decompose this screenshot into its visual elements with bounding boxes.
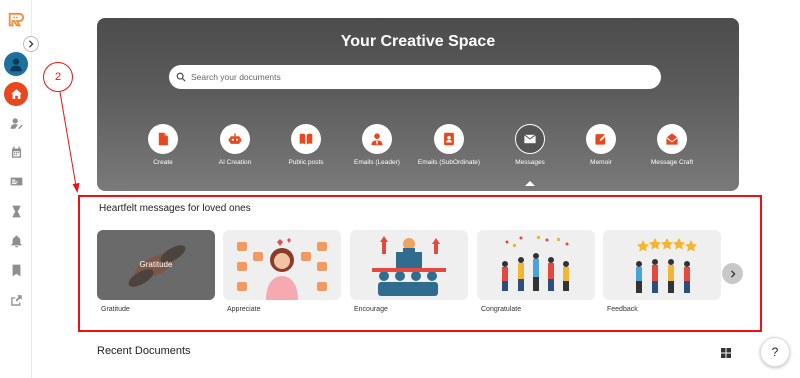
encourage-illustration: [372, 236, 446, 296]
home-icon: [10, 88, 22, 99]
active-indicator: [525, 181, 535, 186]
bookmark-icon: [12, 264, 20, 276]
robot-icon: [228, 133, 242, 144]
sidebar-item-share[interactable]: [5, 289, 27, 311]
card-image: [477, 230, 595, 300]
category-label: AI Creation: [218, 159, 252, 166]
category-messages[interactable]: Messages: [495, 124, 565, 186]
sidebar-item-notifications[interactable]: [5, 230, 27, 252]
card-label: Appreciate: [227, 306, 261, 313]
category-create[interactable]: Create: [128, 124, 198, 166]
category-label: Create: [153, 159, 173, 166]
calendar-icon: [11, 146, 21, 158]
search-input[interactable]: [191, 72, 631, 82]
file-icon: [158, 132, 168, 146]
card-congratulate[interactable]: Congratulate: [477, 230, 595, 313]
category-memoir[interactable]: Memoir: [566, 124, 636, 166]
id-card-icon: [10, 177, 22, 185]
pencil-square-icon: [595, 134, 607, 145]
card-feedback[interactable]: Feedback: [603, 230, 721, 313]
contact-card-icon: [444, 132, 454, 146]
card-label: Encourage: [354, 306, 388, 313]
category-label: Messages: [515, 159, 545, 166]
user-avatar[interactable]: [4, 52, 28, 76]
sidebar-item-home[interactable]: [4, 82, 28, 106]
help-button[interactable]: ?: [760, 337, 790, 367]
search-bar[interactable]: [169, 65, 661, 89]
category-public-posts[interactable]: Public posts: [271, 124, 341, 166]
sidebar: [0, 0, 32, 378]
card-label: Congratulate: [481, 306, 522, 313]
congratulate-illustration: [502, 236, 569, 291]
hourglass-icon: [12, 205, 20, 217]
category-message-craft[interactable]: Message Craft: [637, 124, 707, 166]
hero-banner: Your Creative Space Create AI Creation P…: [97, 18, 739, 191]
card-image: [350, 230, 468, 300]
user-silhouette-icon: [10, 58, 22, 72]
sidebar-item-bookmarks[interactable]: [5, 259, 27, 281]
carousel-next-button[interactable]: [722, 263, 743, 284]
card-label: Gratitude: [101, 306, 130, 313]
sidebar-item-users[interactable]: [5, 112, 27, 134]
annotation-marker: 2: [43, 62, 73, 92]
appreciate-illustration: [237, 238, 327, 300]
category-label: Memoir: [590, 159, 612, 166]
chevron-right-icon: [730, 269, 736, 278]
app-page: 2 Your Creative Space Create AI Creation…: [0, 0, 800, 378]
card-image: [223, 230, 341, 300]
card-label: Feedback: [607, 306, 638, 313]
section-title: Heartfelt messages for loved ones: [99, 203, 251, 214]
card-encourage[interactable]: Encourage: [350, 230, 468, 313]
grid-view-button[interactable]: [720, 346, 732, 358]
category-label: Emails (SubOrdinate): [417, 159, 481, 166]
category-label: Message Craft: [650, 159, 694, 166]
leader-icon: [371, 133, 383, 146]
card-image: [603, 230, 721, 300]
grid-view-icon: [721, 348, 731, 358]
logo-icon: [8, 12, 25, 27]
card-overlay-text: Gratitude: [139, 260, 173, 269]
bell-icon: [10, 235, 22, 247]
chevron-right-icon: [28, 40, 34, 48]
sidebar-item-calendar[interactable]: [5, 141, 27, 163]
envelope-icon: [524, 134, 536, 144]
feedback-illustration: [636, 238, 697, 293]
sidebar-item-id-card[interactable]: [5, 170, 27, 192]
category-emails-subordinate[interactable]: Emails (SubOrdinate): [414, 124, 484, 166]
share-icon: [10, 294, 22, 306]
recent-documents-title: Recent Documents: [97, 345, 191, 357]
book-icon: [299, 133, 313, 145]
category-label: Emails (Leader): [354, 159, 400, 166]
app-logo[interactable]: [5, 10, 27, 32]
card-appreciate[interactable]: Appreciate: [223, 230, 341, 313]
hero-title: Your Creative Space: [340, 33, 496, 50]
category-label: Public posts: [288, 159, 324, 166]
card-gratitude[interactable]: Gratitude Gratitude: [97, 230, 215, 313]
sidebar-item-history[interactable]: [5, 200, 27, 222]
card-image: Gratitude: [97, 230, 215, 300]
search-icon: [176, 72, 186, 82]
category-emails-leader[interactable]: Emails (Leader): [342, 124, 412, 166]
sidebar-collapse-button[interactable]: [23, 36, 39, 52]
user-edit-icon: [10, 117, 23, 129]
category-ai-creation[interactable]: AI Creation: [200, 124, 270, 166]
open-envelope-icon: [666, 133, 678, 145]
